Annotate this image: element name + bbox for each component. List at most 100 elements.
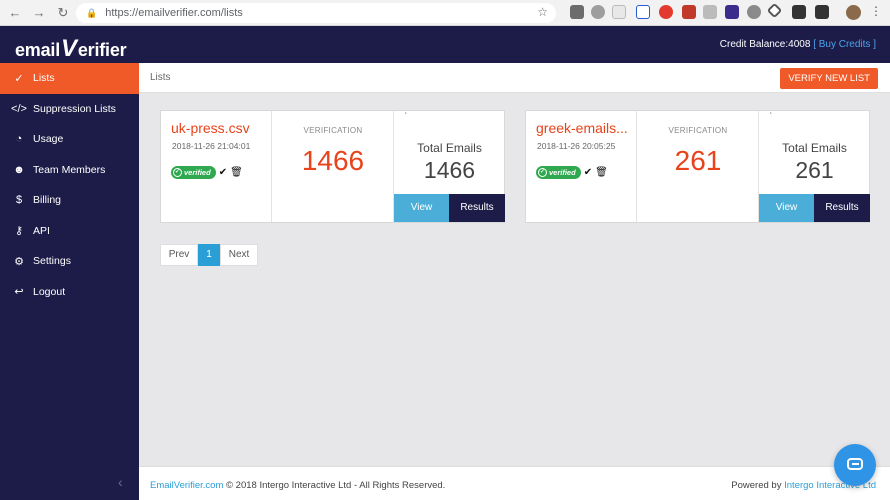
sidebar-item-lists[interactable]: ✓ Lists xyxy=(0,63,139,94)
sidebar-item-label: Settings xyxy=(33,255,71,268)
extension-icon[interactable] xyxy=(659,5,673,19)
check-icon: ✓ xyxy=(538,168,547,177)
extension-icon[interactable] xyxy=(703,5,717,19)
back-icon[interactable]: ← xyxy=(6,4,24,22)
verification-value: 1466 xyxy=(301,145,365,176)
chat-widget-button[interactable] xyxy=(834,444,876,486)
results-button[interactable]: Results xyxy=(814,194,870,222)
sidebar-item-label: Logout xyxy=(33,285,66,298)
sidebar-item-label: Billing xyxy=(33,194,62,207)
status-badge-label: verified xyxy=(549,168,576,177)
browser-toolbar: ← → ↻ 🔒 https://emailverifier.com/lists … xyxy=(0,0,890,26)
lock-icon: 🔒 xyxy=(86,7,98,18)
sidebar-item-label: Team Members xyxy=(33,163,106,176)
sidebar-item-suppression-lists[interactable]: </> Suppression Lists xyxy=(0,94,139,125)
sidebar-collapse-chevron-icon[interactable]: ‹ xyxy=(118,474,123,490)
extension-icon[interactable] xyxy=(725,5,739,19)
extension-icon[interactable] xyxy=(682,5,696,19)
sidebar-item-usage[interactable]: ◔ Usage xyxy=(0,124,139,155)
list-date: 2018-11-26 20:05:25 xyxy=(537,141,616,151)
trash-icon[interactable]: 🗑 xyxy=(230,167,243,178)
logo[interactable]: emailVerifier xyxy=(15,35,127,63)
extension-icon[interactable] xyxy=(612,5,626,19)
total-emails-value: 261 xyxy=(795,157,834,183)
total-panel: ‘ Total Emails 1466 View Results xyxy=(394,111,505,222)
sidebar-item-label: API xyxy=(33,224,50,237)
verification-panel: VERIFICATION 1466 xyxy=(272,111,394,222)
copyright-text: © 2018 Intergo Interactive Ltd - All Rig… xyxy=(223,480,446,491)
logo-text-email: email xyxy=(15,40,61,60)
key-icon: ⚷ xyxy=(14,225,24,238)
status-badge-label: verified xyxy=(184,168,211,177)
verify-new-list-button[interactable]: VERIFY NEW LIST xyxy=(780,68,878,89)
powered-by-text: Powered by xyxy=(731,480,785,491)
total-emails-value: 1466 xyxy=(423,157,476,183)
list-filename[interactable]: greek-emails... xyxy=(536,120,628,136)
site-link[interactable]: EmailVerifier.com xyxy=(150,480,223,491)
users-icon: ☻ xyxy=(13,163,25,176)
total-panel: ‘ Total Emails 261 View Results xyxy=(759,111,870,222)
list-date: 2018-11-26 21:04:01 xyxy=(172,141,251,151)
list-card: uk-press.csv 2018-11-26 21:04:01 ✓ verifi… xyxy=(160,110,505,223)
page-title: Lists xyxy=(150,72,171,83)
sidebar-item-label: Suppression Lists xyxy=(33,102,116,115)
view-button[interactable]: View xyxy=(759,194,814,222)
sidebar-item-label: Lists xyxy=(33,72,55,85)
list-filename[interactable]: uk-press.csv xyxy=(171,120,250,136)
buy-bracket-close: ] xyxy=(873,39,876,50)
profile-avatar[interactable] xyxy=(846,5,861,20)
next-page-button[interactable]: Next xyxy=(220,244,258,266)
logo-text-v: V xyxy=(61,35,77,62)
copyright: EmailVerifier.com © 2018 Intergo Interac… xyxy=(150,480,445,491)
extension-icon[interactable] xyxy=(792,5,806,19)
pagination: Prev 1 Next xyxy=(160,244,258,266)
credit-balance: Credit Balance:4008 [ Buy Credits ] xyxy=(720,39,876,50)
verification-value: 261 xyxy=(674,145,722,176)
tick-mark: ‘ xyxy=(405,111,407,120)
view-button[interactable]: View xyxy=(394,194,449,222)
prev-page-button[interactable]: Prev xyxy=(160,244,198,266)
page-header: Lists VERIFY NEW LIST xyxy=(139,63,890,93)
logout-icon: ↩ xyxy=(14,286,24,299)
app-header: emailVerifier Credit Balance:4008 [ Buy … xyxy=(0,26,890,63)
reload-icon[interactable]: ↻ xyxy=(54,4,72,22)
sidebar-item-settings[interactable]: ⚙ Settings xyxy=(0,246,139,277)
extension-icon[interactable] xyxy=(636,5,650,19)
extension-icon[interactable] xyxy=(591,5,605,19)
card-actions: ✓ verified ✔ 🗑 xyxy=(171,166,243,179)
trash-icon[interactable]: 🗑 xyxy=(595,167,608,178)
extension-icon[interactable] xyxy=(766,2,783,19)
more-menu-icon[interactable]: ⋮ xyxy=(870,4,882,18)
card-actions: ✓ verified ✔ 🗑 xyxy=(536,166,608,179)
sidebar-item-logout[interactable]: ↩ Logout xyxy=(0,277,139,308)
url-text: https://emailverifier.com/lists xyxy=(105,7,243,19)
status-badge: ✓ verified xyxy=(171,166,216,179)
verify-check-icon[interactable]: ✔ xyxy=(219,167,227,178)
tick-mark: ‘ xyxy=(770,111,772,120)
results-button[interactable]: Results xyxy=(449,194,505,222)
sidebar-item-team-members[interactable]: ☻ Team Members xyxy=(0,155,139,186)
credit-balance-label: Credit Balance:4008 xyxy=(719,39,811,50)
extension-icon[interactable] xyxy=(815,5,829,19)
chat-bubble-icon xyxy=(847,458,863,470)
sidebar-item-billing[interactable]: $ Billing xyxy=(0,185,139,216)
sidebar-item-api[interactable]: ⚷ API xyxy=(0,216,139,247)
extension-icon[interactable] xyxy=(747,5,761,19)
buy-credits-link[interactable]: Buy Credits xyxy=(819,39,871,50)
code-icon: </> xyxy=(11,102,27,115)
card-info: greek-emails... 2018-11-26 20:05:25 ✓ ver… xyxy=(526,111,637,222)
sidebar-item-label: Usage xyxy=(33,133,64,146)
verification-label: VERIFICATION xyxy=(668,126,728,135)
address-bar[interactable]: 🔒 https://emailverifier.com/lists ☆ xyxy=(76,3,556,23)
buy-bracket-open: [ xyxy=(813,39,816,50)
list-card: greek-emails... 2018-11-26 20:05:25 ✓ ver… xyxy=(525,110,870,223)
verify-check-icon[interactable]: ✔ xyxy=(584,167,592,178)
dollar-icon: $ xyxy=(15,194,23,207)
current-page-button[interactable]: 1 xyxy=(198,244,220,266)
extension-icon[interactable] xyxy=(570,5,584,19)
verification-panel: VERIFICATION 261 xyxy=(637,111,759,222)
forward-icon[interactable]: → xyxy=(30,4,48,22)
sidebar: ✓ Lists </> Suppression Lists ◔ Usage ☻ … xyxy=(0,63,139,500)
pie-chart-icon: ◔ xyxy=(15,133,23,146)
bookmark-star-icon[interactable]: ☆ xyxy=(537,5,548,19)
